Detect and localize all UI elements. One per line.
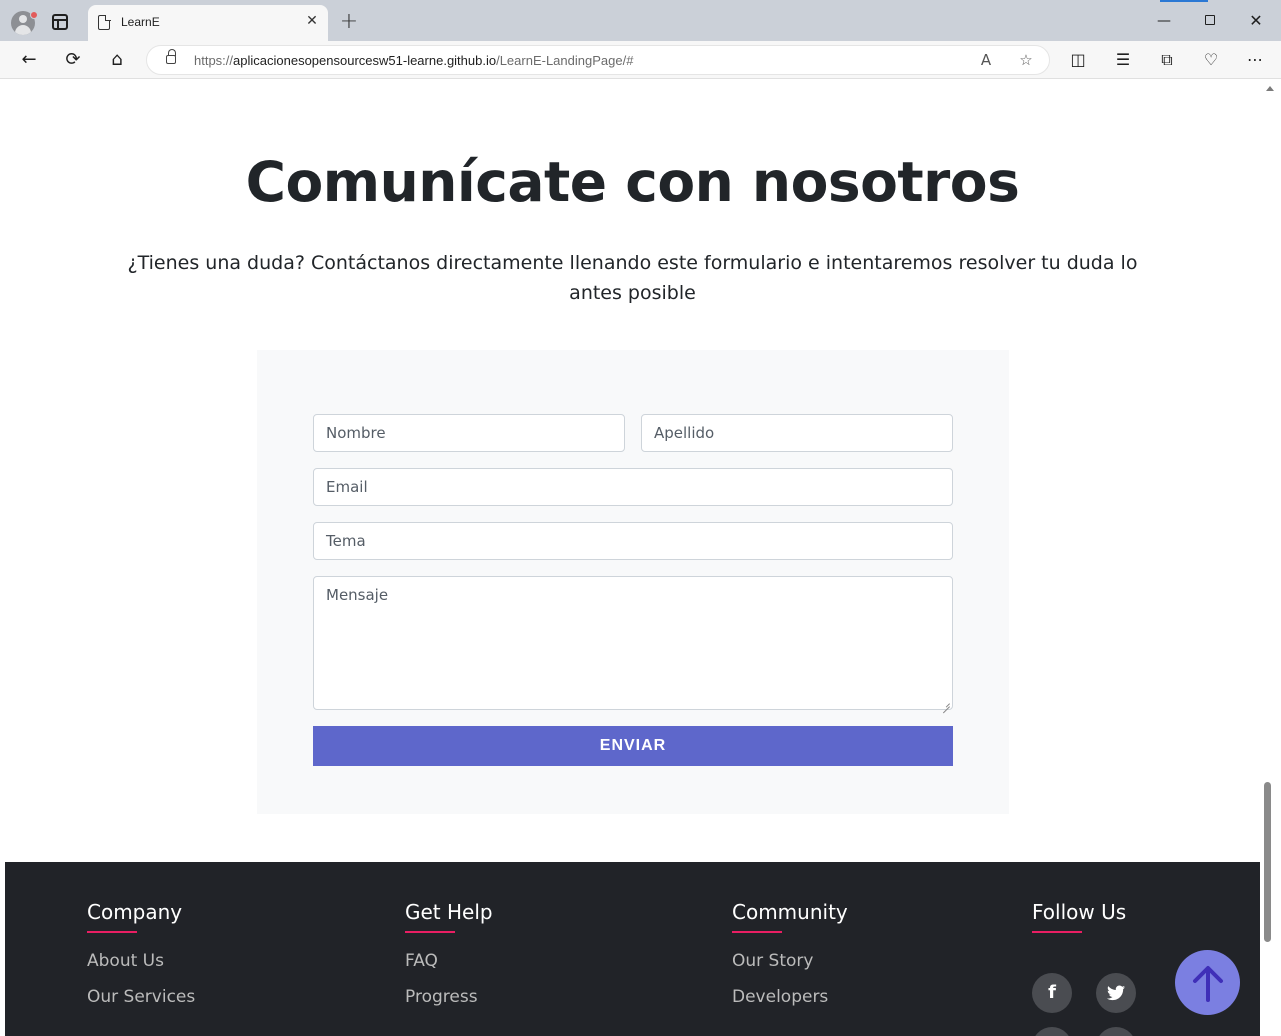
page-icon (98, 14, 111, 30)
url-path: /LearnE-LandingPage/# (496, 53, 634, 68)
scroll-up-arrow-icon[interactable] (1266, 86, 1274, 91)
footer-link-about-us[interactable]: About Us (87, 951, 195, 971)
youtube-icon[interactable] (1096, 1027, 1136, 1036)
tab-title: LearnE (121, 15, 160, 29)
apellido-placeholder: Apellido (654, 424, 715, 442)
page-scrollbar[interactable] (1260, 80, 1281, 1036)
footer-link-our-services[interactable]: Our Services (87, 987, 195, 1007)
tab-learne[interactable]: LearnE ✕ (88, 5, 328, 41)
footer-link-faq[interactable]: FAQ (405, 951, 493, 971)
minimize-icon[interactable]: — (1149, 10, 1179, 32)
site-footer: Company About Us Our Services Get Help F… (5, 862, 1260, 1036)
footer-heading: Company (87, 900, 183, 924)
window-close-icon[interactable]: ✕ (1241, 10, 1271, 32)
window-accent-bar (1160, 0, 1208, 2)
contact-title: Comunícate con nosotros (245, 150, 1020, 214)
footer-link-developers[interactable]: Developers (732, 987, 848, 1007)
footer-heading: Get Help (405, 900, 493, 924)
reload-icon[interactable]: ⟳ (60, 47, 86, 73)
new-tab-icon[interactable]: + (338, 11, 360, 33)
footer-heading: Follow Us (1032, 900, 1127, 924)
tema-input[interactable]: Tema (313, 522, 953, 560)
maximize-icon[interactable] (1195, 10, 1225, 32)
url-text[interactable]: https://aplicacionesopensourcesw51-learn… (194, 53, 633, 68)
heading-underline (732, 931, 782, 933)
enviar-button[interactable]: ENVIAR (313, 726, 953, 766)
url-host: aplicacionesopensourcesw51-learne.github… (233, 53, 497, 68)
browser-toolbar: ← ⟳ ⌂ https://aplicacionesopensourcesw51… (0, 41, 1281, 79)
favorites-icon[interactable]: ☰ (1111, 48, 1135, 72)
address-bar[interactable]: https://aplicacionesopensourcesw51-learn… (146, 45, 1050, 75)
facebook-icon[interactable]: f (1032, 973, 1072, 1013)
split-screen-icon[interactable]: ◫ (1066, 48, 1090, 72)
twitter-icon[interactable] (1096, 973, 1136, 1013)
lock-icon[interactable] (166, 49, 176, 64)
scroll-thumb[interactable] (1264, 782, 1271, 942)
footer-link-our-story[interactable]: Our Story (732, 951, 848, 971)
collections-icon[interactable]: ⧉ (1155, 48, 1179, 72)
read-aloud-icon[interactable]: A (975, 49, 997, 71)
heading-underline (405, 931, 455, 933)
footer-col-community: Community Our Story Developers (732, 900, 848, 1007)
page-viewport: Comunícate con nosotros ¿Tienes una duda… (5, 80, 1260, 1036)
favorite-star-icon[interactable]: ☆ (1015, 49, 1037, 71)
nombre-input[interactable]: Nombre (313, 414, 625, 452)
tema-placeholder: Tema (326, 532, 366, 550)
browser-essentials-icon[interactable]: ♡ (1199, 48, 1223, 72)
home-icon[interactable]: ⌂ (104, 47, 130, 73)
arrow-up-icon (1193, 966, 1223, 1002)
url-prefix: https:// (194, 53, 234, 68)
browser-window: LearnE ✕ + — ✕ ← ⟳ ⌂ https://aplicacione… (0, 0, 1281, 1036)
instagram-icon[interactable] (1032, 1027, 1072, 1036)
back-icon[interactable]: ← (16, 47, 42, 73)
apellido-input[interactable]: Apellido (641, 414, 953, 452)
footer-col-company: Company About Us Our Services (87, 900, 195, 1007)
contact-subtitle: ¿Tienes una duda? Contáctanos directamen… (127, 252, 1138, 304)
footer-link-progress[interactable]: Progress (405, 987, 493, 1007)
heading-underline (1032, 931, 1082, 933)
mensaje-placeholder: Mensaje (326, 586, 389, 604)
footer-col-follow-us: Follow Us (1032, 900, 1126, 933)
heading-underline (87, 931, 137, 933)
email-placeholder: Email (326, 478, 368, 496)
resize-handle-icon[interactable] (942, 699, 950, 707)
back-to-top-button[interactable] (1175, 950, 1240, 1015)
email-input[interactable]: Email (313, 468, 953, 506)
tab-actions-icon[interactable] (52, 14, 68, 30)
mensaje-textarea[interactable]: Mensaje (313, 576, 953, 710)
more-menu-icon[interactable]: ⋯ (1243, 48, 1267, 72)
footer-heading: Community (732, 900, 848, 924)
tab-strip: LearnE ✕ + — ✕ (0, 0, 1281, 41)
profile-notification-icon (30, 11, 38, 19)
contact-form: Nombre Apellido Email Tema Mensaje ENVIA… (257, 350, 1009, 814)
footer-col-get-help: Get Help FAQ Progress (405, 900, 493, 1007)
nombre-placeholder: Nombre (326, 424, 386, 442)
tab-close-icon[interactable]: ✕ (304, 13, 320, 29)
